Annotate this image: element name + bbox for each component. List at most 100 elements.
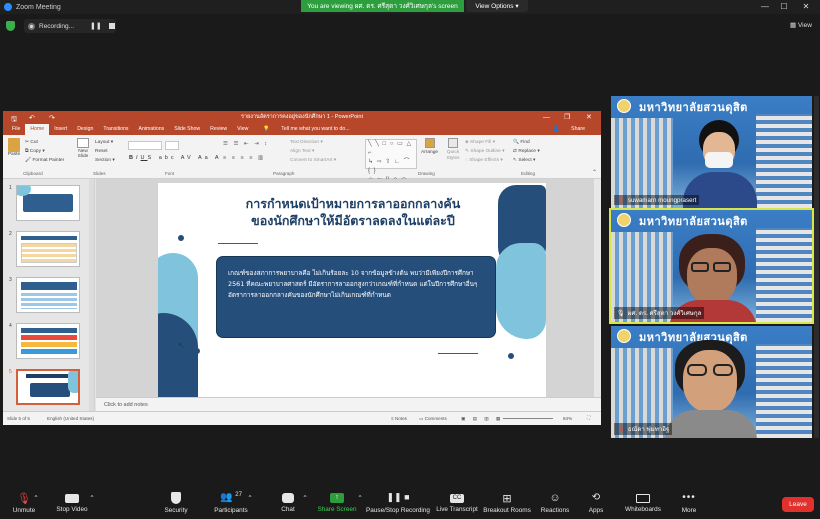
lightbulb-icon: 💡	[263, 126, 270, 132]
ppt-minimize-icon[interactable]: —	[543, 111, 550, 124]
slide-thumbnail[interactable]	[16, 185, 80, 221]
more-button[interactable]: ••• More	[659, 492, 719, 514]
shape-outline-button[interactable]: ✎ Shape Outline ▾	[465, 147, 505, 156]
view-mode-buttons[interactable]: ▣ ▤ ▥ ▦	[461, 416, 503, 422]
section-button[interactable]: Section ▾	[95, 156, 115, 165]
thumbnails-scrollbar[interactable]	[89, 179, 94, 411]
building-right	[756, 344, 812, 438]
slide-thumbnail[interactable]	[16, 323, 80, 359]
video-options-chevron-icon[interactable]: ⌃	[84, 494, 100, 502]
tab-animations[interactable]: Animations	[134, 124, 170, 135]
arrange-button[interactable]: Arrange	[421, 138, 438, 155]
security-button[interactable]: Security	[146, 492, 206, 514]
paragraph-list-buttons[interactable]: ☰ ☰ ⇤ ⇥ ↕	[223, 141, 269, 147]
ppt-close-icon[interactable]: ✕	[586, 111, 592, 124]
shape-effects-button[interactable]: ◌ Shape Effects ▾	[465, 156, 505, 165]
pause-stop-recording-button[interactable]: ❚❚ ■ Pause/Stop Recording	[366, 492, 430, 514]
notes-button[interactable]: ≡ Notes	[391, 416, 407, 421]
font-format-buttons[interactable]: BIUS abc AV Aa A	[129, 155, 222, 161]
video-tile-active-speaker[interactable]: มหาวิทยาลัยสวนดุสิต 🎙 ผศ. ดร. ศรีสุดา วงศ…	[609, 208, 814, 324]
tab-design[interactable]: Design	[72, 124, 98, 135]
font-name-input[interactable]	[128, 141, 162, 150]
current-slide[interactable]: การกำหนดเป้าหมายการลาออกกลางคัน ของนักศึ…	[158, 183, 546, 401]
slide-counter: Slide 5 of 5	[7, 416, 30, 421]
select-button[interactable]: ↖ Select ▾	[513, 156, 540, 165]
ppt-share-button[interactable]: 👤 Share	[543, 124, 595, 135]
language-indicator[interactable]: English (United States)	[47, 416, 94, 421]
brush-icon: 🖌	[25, 158, 32, 163]
video-camera-icon	[65, 494, 79, 503]
notes-pane[interactable]: Click to add notes	[96, 397, 601, 411]
slide-title[interactable]: การกำหนดเป้าหมายการลาออกกลางคัน ของนักศึ…	[188, 195, 518, 229]
canvas-scrollbar[interactable]	[594, 179, 601, 397]
slide-thumbnail[interactable]	[16, 277, 80, 313]
quick-styles-button[interactable]: Quick Styles	[444, 138, 462, 162]
paragraph-align-buttons[interactable]: ≡ ≡ ≡ ≡ ▥	[223, 155, 265, 161]
zoom-slider[interactable]	[503, 418, 553, 419]
tab-slide-show[interactable]: Slide Show	[169, 124, 205, 135]
shape-fill-button[interactable]: ◈ Shape Fill ▾	[465, 138, 505, 147]
tab-home[interactable]: Home	[25, 124, 50, 135]
participants-panel-scrollbar[interactable]	[814, 96, 819, 438]
maximize-icon[interactable]: ☐	[775, 1, 793, 13]
university-banner: มหาวิทยาลัยสวนดุสิต	[639, 101, 748, 114]
zoom-level[interactable]: 84%	[563, 416, 572, 421]
stop-recording-icon[interactable]	[108, 23, 115, 29]
mouse-cursor-icon: ↖	[178, 341, 185, 350]
slide-body-text[interactable]: เกณฑ์ของสภาการพยาบาลคือ ไม่เกินร้อยละ 10…	[228, 268, 486, 301]
text-direction-button[interactable]: Text Direction ▾	[290, 138, 336, 147]
leave-button[interactable]: Leave	[782, 497, 814, 512]
minimize-icon[interactable]: —	[756, 1, 774, 13]
mic-icon: 🎙	[617, 310, 625, 317]
font-size-input[interactable]	[165, 141, 179, 150]
recording-icon	[28, 22, 35, 30]
tab-view[interactable]: View	[232, 124, 253, 135]
slide-thumbnail[interactable]	[16, 231, 80, 267]
replace-icon: ⇄	[513, 149, 518, 154]
encryption-shield-icon[interactable]	[6, 21, 15, 31]
layout-button[interactable]: Layout ▾	[95, 138, 115, 147]
cut-button[interactable]: ✂ Cut	[25, 138, 64, 147]
slide-thumbnail-selected[interactable]	[16, 369, 80, 405]
format-painter-button[interactable]: 🖌 Format Painter	[25, 156, 64, 165]
muted-mic-icon: 🎙	[617, 426, 625, 433]
tell-me-search[interactable]: 💡 Tell me what you want to do...	[253, 124, 359, 135]
copy-button[interactable]: ⧉ Copy ▾	[25, 147, 64, 156]
person-icon: 👤	[553, 126, 560, 132]
reset-button[interactable]: Reset	[95, 147, 115, 156]
tab-insert[interactable]: Insert	[49, 124, 72, 135]
replace-button[interactable]: ⇄ Replace ▾	[513, 147, 540, 156]
close-icon[interactable]: ✕	[797, 1, 815, 13]
paste-button[interactable]: Paste	[7, 138, 21, 157]
ppt-window-title: รายงานอัตราการคงอยู่ของนักศึกษา 1 - Powe…	[241, 114, 363, 120]
pause-stop-icons: ❚❚ ■	[386, 492, 410, 502]
participant-name-label: 🎙 ผศ. ดร. ศรีสุดา วงศ์วิเศษกุล	[614, 307, 705, 319]
shapes-gallery[interactable]: ╲ ╲ □ ○ ▭ △ ⌐↳ ⇨ ⇧ ∟ ⌒ { }☆ ⇦ ⌷ ◇ ⬭ ☐	[365, 139, 417, 192]
video-tile[interactable]: มหาวิทยาลัยสวนดุสิต 🎙 suwamarn moungprase…	[611, 96, 812, 208]
tab-file[interactable]: File	[7, 124, 25, 135]
whiteboard-icon	[636, 494, 650, 503]
align-text-button[interactable]: Align Text ▾	[290, 147, 336, 156]
view-button[interactable]: ▦ View	[790, 21, 812, 29]
editing-label: Editing	[521, 171, 536, 176]
tab-review[interactable]: Review	[205, 124, 232, 135]
tab-transitions[interactable]: Transitions	[98, 124, 133, 135]
video-tile[interactable]: มหาวิทยาลัยสวนดุสิต 🎙 ธณัดา พุ่มทาอิฐ	[611, 326, 812, 438]
drawing-label: Drawing	[418, 171, 435, 176]
decor-connector	[218, 243, 258, 244]
find-button[interactable]: 🔍 Find	[513, 138, 540, 147]
effects-icon: ◌	[465, 158, 468, 163]
convert-smartart-button[interactable]: Convert to SmartArt ▾	[290, 156, 336, 165]
fit-slide-icon[interactable]: ⛶	[587, 415, 590, 420]
view-options-button[interactable]: View Options ▾	[466, 0, 528, 12]
decor-dot	[508, 353, 514, 359]
ppt-restore-icon[interactable]: ❐	[564, 111, 570, 124]
new-slide-button[interactable]: New Slide	[75, 138, 91, 159]
window-title: Zoom Meeting	[16, 3, 61, 11]
comments-button[interactable]: ▭ Comments	[419, 416, 447, 422]
collapse-ribbon-icon[interactable]: ⌃	[592, 169, 597, 176]
pause-recording-icon[interactable]: ❚❚	[90, 22, 102, 30]
clipboard-icon	[8, 138, 20, 152]
thumb-number: 4	[9, 323, 12, 329]
participants-chevron-icon[interactable]: ⌃	[242, 494, 258, 502]
